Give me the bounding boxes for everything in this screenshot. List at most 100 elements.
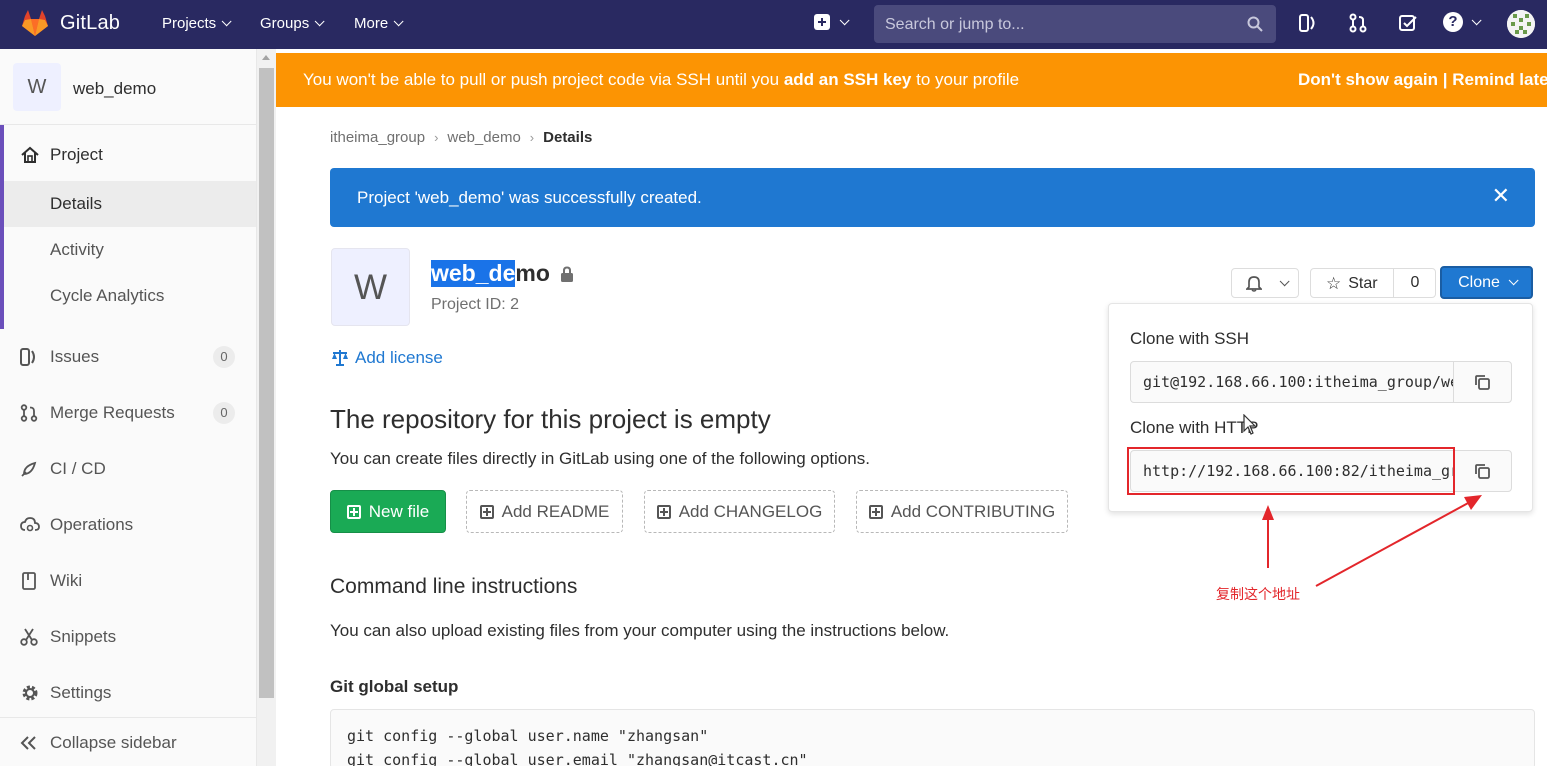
star-button[interactable]: ☆ Star 0 (1310, 268, 1436, 298)
search-placeholder: Search or jump to... (885, 16, 1025, 33)
annotation-note: 复制这个地址 (1216, 586, 1300, 602)
issues-icon (20, 348, 35, 366)
new-file-button[interactable]: New file (330, 490, 446, 533)
user-avatar[interactable] (1507, 10, 1535, 38)
sidebar-item-snippets[interactable]: Snippets (0, 625, 257, 649)
sidebar-item-label: Merge Requests (50, 403, 175, 422)
scissors-icon (20, 628, 38, 646)
identicon-icon (1507, 10, 1535, 38)
sidebar-item-label: Operations (50, 515, 134, 534)
copy-icon (1475, 375, 1490, 390)
add-readme-button[interactable]: Add README (466, 490, 623, 533)
sidebar-item-issues[interactable]: Issues 0 (0, 345, 257, 369)
ssh-banner-actions[interactable]: Don't show again | Remind later (1298, 70, 1547, 90)
bell-icon (1246, 276, 1262, 292)
ssh-warning-message: You won't be able to pull or push projec… (303, 70, 1019, 90)
plus-square-icon (346, 504, 361, 519)
projects-menu[interactable]: Projects (162, 15, 232, 32)
add-ssh-key-link[interactable]: add an SSH key (784, 70, 912, 89)
sidebar-item-label: Project (50, 145, 103, 164)
sidebar-item-project[interactable]: Project (0, 143, 257, 167)
merge-requests-count-badge: 0 (213, 402, 235, 424)
sidebar-project-header[interactable]: W web_demo (0, 49, 257, 125)
chevron-down-icon (393, 16, 404, 27)
new-item-dropdown[interactable] (814, 14, 850, 30)
sidebar-item-merge-requests[interactable]: Merge Requests 0 (0, 401, 257, 425)
groups-menu[interactable]: Groups (260, 15, 325, 32)
add-contributing-button[interactable]: Add CONTRIBUTING (856, 490, 1068, 533)
add-license-link[interactable]: Add license (331, 348, 443, 368)
sidebar-item-wiki[interactable]: Wiki (0, 569, 257, 593)
plus-square-icon (814, 14, 830, 30)
sidebar-project-name: web_demo (73, 79, 157, 98)
breadcrumb-project-link[interactable]: web_demo (447, 129, 520, 146)
breadcrumb: itheima_group › web_demo › Details (330, 129, 592, 146)
mouse-cursor-icon (1243, 414, 1257, 435)
clone-button[interactable]: Clone (1440, 266, 1533, 299)
sidebar-item-settings[interactable]: Settings (0, 681, 257, 705)
breadcrumb-group-link[interactable]: itheima_group (330, 129, 425, 146)
star-count[interactable]: 0 (1393, 269, 1436, 297)
sidebar-section-project: Project Details Activity Cycle Analytics (0, 125, 257, 329)
groups-menu-label: Groups (260, 15, 310, 32)
ssh-warning-text: You won't be able to pull or push projec… (303, 70, 784, 89)
sidebar-item-label: Snippets (50, 627, 117, 646)
sidebar-subitem-details[interactable]: Details (4, 181, 256, 227)
annotation-highlight-box (1127, 447, 1455, 495)
gitlab-logo[interactable]: GitLab (20, 9, 120, 37)
clone-ssh-label: Clone with SSH (1130, 329, 1250, 348)
ssh-warning-text-end: to your profile (911, 70, 1020, 89)
annotation-arrow-diagonal (1315, 501, 1471, 587)
git-setup-code-block[interactable]: git config --global user.name "zhangsan"… (330, 709, 1535, 766)
sidebar-item-operations[interactable]: Operations (0, 513, 257, 537)
project-sidebar: W web_demo Project Details Activity Cycl… (0, 49, 257, 766)
merge-request-icon (20, 404, 38, 422)
close-icon[interactable]: ✕ (1492, 185, 1510, 207)
project-avatar: W (13, 63, 61, 111)
issues-count-badge: 0 (213, 346, 235, 368)
help-icon: ? (1443, 12, 1463, 32)
clone-label: Clone (1458, 273, 1500, 291)
command-line-title: Command line instructions (330, 575, 578, 598)
sidebar-subitem-label: Activity (50, 240, 104, 259)
collapse-sidebar-button[interactable]: Collapse sidebar (0, 717, 257, 766)
top-navbar: GitLab Projects Groups More Search or ju… (0, 0, 1547, 49)
projects-menu-label: Projects (162, 15, 217, 32)
help-menu[interactable]: ? (1443, 12, 1482, 32)
copy-icon (1475, 464, 1490, 479)
scale-icon (332, 350, 348, 366)
plus-square-icon (868, 504, 883, 519)
clone-ssh-url-field[interactable]: git@192.168.66.100:itheima_group/web_dem… (1130, 361, 1454, 403)
merge-request-icon[interactable] (1349, 13, 1367, 33)
sidebar-subitem-label: Details (50, 194, 102, 213)
sidebar-subitem-activity[interactable]: Activity (4, 227, 256, 273)
copy-http-url-button[interactable] (1453, 450, 1512, 492)
add-changelog-button[interactable]: Add CHANGELOG (644, 490, 835, 533)
plus-square-icon (656, 504, 671, 519)
issues-icon[interactable] (1299, 13, 1317, 33)
search-input[interactable]: Search or jump to... (874, 5, 1276, 43)
copy-ssh-url-button[interactable] (1453, 361, 1512, 403)
scroll-up-arrow-icon[interactable] (262, 55, 270, 60)
chevron-down-icon (221, 16, 232, 27)
more-menu[interactable]: More (354, 15, 404, 32)
more-menu-label: More (354, 15, 389, 32)
breadcrumb-current[interactable]: Details (543, 129, 592, 146)
todo-check-icon[interactable] (1398, 13, 1418, 33)
sidebar-scrollbar-thumb[interactable] (259, 68, 274, 698)
project-title: web_de mo (431, 260, 574, 287)
plus-square-icon (479, 504, 494, 519)
sidebar-subitem-label: Cycle Analytics (50, 286, 165, 305)
empty-repo-title: The repository for this project is empty (330, 404, 771, 434)
collapse-sidebar-label: Collapse sidebar (50, 733, 177, 752)
sidebar-item-label: Issues (50, 347, 100, 366)
chevron-right-icon: › (529, 130, 535, 145)
star-label: Star (1348, 275, 1378, 292)
sidebar-subitem-cycle-analytics[interactable]: Cycle Analytics (4, 273, 256, 319)
sidebar-item-ci-cd[interactable]: CI / CD (0, 457, 257, 481)
project-title-selected: web_de (431, 260, 516, 287)
chevron-down-icon (1508, 275, 1519, 286)
add-license-label: Add license (355, 348, 443, 367)
notification-settings-button[interactable] (1231, 268, 1299, 298)
chevron-down-icon (1279, 276, 1290, 287)
